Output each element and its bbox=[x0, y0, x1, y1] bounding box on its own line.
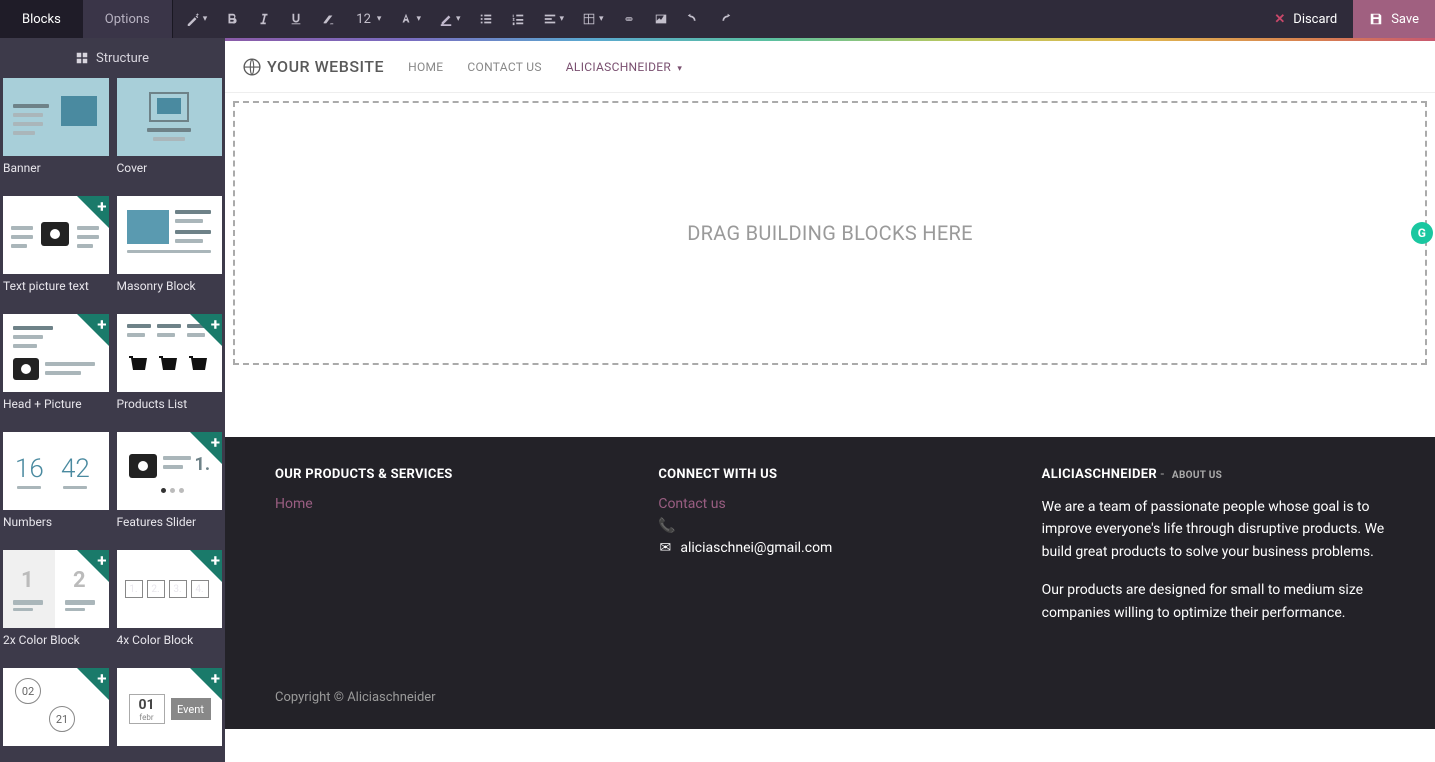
block-label: Products List bbox=[117, 392, 223, 424]
block-label: Masonry Block bbox=[117, 274, 223, 306]
footer-col-connect: CONNECT WITH US Contact us 📞 ✉aliciaschn… bbox=[658, 467, 1001, 640]
table-select[interactable]: ▾ bbox=[573, 0, 613, 38]
dropzone-label: DRAG BUILDING BLOCKS HERE bbox=[687, 221, 973, 245]
block-label bbox=[117, 746, 223, 762]
plus-icon: + bbox=[211, 433, 220, 453]
block-label: Head + Picture bbox=[3, 392, 109, 424]
block-numbers[interactable]: 1642Numbers bbox=[3, 432, 109, 542]
clear-format-icon[interactable] bbox=[312, 0, 344, 38]
undo-icon[interactable] bbox=[677, 0, 709, 38]
plus-icon: + bbox=[211, 315, 220, 335]
block-products-list[interactable]: + Products List bbox=[117, 314, 223, 424]
plus-icon: + bbox=[211, 551, 220, 571]
save-icon bbox=[1369, 12, 1383, 26]
footer-para-1: We are a team of passionate people whose… bbox=[1042, 496, 1385, 563]
footer-products-title: OUR PRODUCTS & SERVICES bbox=[275, 467, 618, 482]
bold-icon[interactable] bbox=[216, 0, 248, 38]
footer-about-title: ALICIASCHNEIDER - ABOUT US bbox=[1042, 467, 1385, 482]
block-masonry-block[interactable]: Masonry Block bbox=[117, 196, 223, 306]
block-label: Text picture text bbox=[3, 274, 109, 306]
footer-col-about: ALICIASCHNEIDER - ABOUT US We are a team… bbox=[1042, 467, 1385, 640]
drop-zone[interactable]: DRAG BUILDING BLOCKS HERE G bbox=[233, 101, 1427, 365]
block-label bbox=[3, 746, 109, 762]
block-item-11[interactable]: 01febrEvent+ bbox=[117, 668, 223, 762]
block-label: Numbers bbox=[3, 510, 109, 542]
nav-home[interactable]: HOME bbox=[408, 60, 443, 74]
block-label: Features Slider bbox=[117, 510, 223, 542]
plus-icon: + bbox=[211, 669, 220, 689]
text-color-select[interactable]: ▾ bbox=[430, 0, 470, 38]
block-banner[interactable]: Banner bbox=[3, 78, 109, 188]
nav-contact[interactable]: CONTACT US bbox=[467, 60, 541, 74]
grid-icon bbox=[76, 52, 88, 64]
editor-toolbar: Blocks Options ▾ 12▾ ▾ ▾ ▾ ▾ ✕Discard Sa… bbox=[0, 0, 1435, 38]
footer-connect-title: CONNECT WITH US bbox=[658, 467, 1001, 482]
close-icon: ✕ bbox=[1274, 12, 1285, 27]
underline-icon[interactable] bbox=[280, 0, 312, 38]
blocks-sidebar: Structure BannerCover + Text picture textM… bbox=[0, 38, 225, 762]
footer-para-2: Our products are designed for small to m… bbox=[1042, 579, 1385, 624]
italic-icon[interactable] bbox=[248, 0, 280, 38]
link-icon[interactable] bbox=[613, 0, 645, 38]
block-4x-color-block[interactable]: 1.2.3.4.+4x Color Block bbox=[117, 550, 223, 660]
block-2x-color-block[interactable]: 12+2x Color Block bbox=[3, 550, 109, 660]
image-icon[interactable] bbox=[645, 0, 677, 38]
footer-email-line[interactable]: ✉aliciaschnei@gmail.com bbox=[658, 540, 1001, 556]
site-logo[interactable]: YOUR WEBSITE bbox=[243, 57, 384, 76]
block-label: Cover bbox=[117, 156, 223, 188]
footer-phone-line: 📞 bbox=[658, 518, 1001, 534]
plus-icon: + bbox=[97, 669, 106, 689]
plus-icon: + bbox=[97, 315, 106, 335]
grammarly-icon[interactable]: G bbox=[1411, 222, 1433, 244]
block-text-picture-text[interactable]: + Text picture text bbox=[3, 196, 109, 306]
footer-contact-link[interactable]: Contact us bbox=[658, 496, 1001, 512]
discard-button[interactable]: ✕Discard bbox=[1258, 0, 1353, 38]
font-size-select[interactable]: 12▾ bbox=[344, 0, 390, 38]
footer-home-link[interactable]: Home bbox=[275, 496, 618, 512]
envelope-icon: ✉ bbox=[658, 540, 672, 556]
block-item-10[interactable]: 0221+ bbox=[3, 668, 109, 762]
canvas-area: YOUR WEBSITE HOME CONTACT US ALICIASCHNE… bbox=[225, 38, 1435, 762]
block-cover[interactable]: Cover bbox=[117, 78, 223, 188]
footer-col-products: OUR PRODUCTS & SERVICES Home bbox=[275, 467, 618, 640]
block-features-slider[interactable]: 1.+Features Slider bbox=[117, 432, 223, 542]
tab-options[interactable]: Options bbox=[83, 0, 172, 38]
align-select[interactable]: ▾ bbox=[534, 0, 574, 38]
block-head-picture[interactable]: + Head + Picture bbox=[3, 314, 109, 424]
footer-aboutus-link[interactable]: ABOUT US bbox=[1172, 470, 1222, 481]
nav-user-dropdown[interactable]: ALICIASCHNEIDER ▾ bbox=[566, 60, 682, 74]
site-nav: YOUR WEBSITE HOME CONTACT US ALICIASCHNE… bbox=[225, 41, 1435, 93]
unordered-list-icon[interactable] bbox=[470, 0, 502, 38]
plus-icon: + bbox=[97, 551, 106, 571]
copyright-text: Copyright © Aliciaschneider bbox=[275, 690, 1385, 705]
site-footer: OUR PRODUCTS & SERVICES Home CONNECT WIT… bbox=[225, 437, 1435, 729]
globe-icon bbox=[243, 58, 261, 76]
block-label: 2x Color Block bbox=[3, 628, 109, 660]
magic-wand-icon[interactable]: ▾ bbox=[177, 0, 217, 38]
phone-icon: 📞 bbox=[658, 518, 672, 534]
font-family-select[interactable]: ▾ bbox=[390, 0, 430, 38]
block-label: 4x Color Block bbox=[117, 628, 223, 660]
plus-icon: + bbox=[97, 197, 106, 217]
save-button[interactable]: Save bbox=[1353, 0, 1435, 38]
redo-icon[interactable] bbox=[709, 0, 741, 38]
structure-header[interactable]: Structure bbox=[0, 38, 225, 78]
ordered-list-icon[interactable] bbox=[502, 0, 534, 38]
tab-blocks[interactable]: Blocks bbox=[0, 0, 83, 38]
block-label: Banner bbox=[3, 156, 109, 188]
